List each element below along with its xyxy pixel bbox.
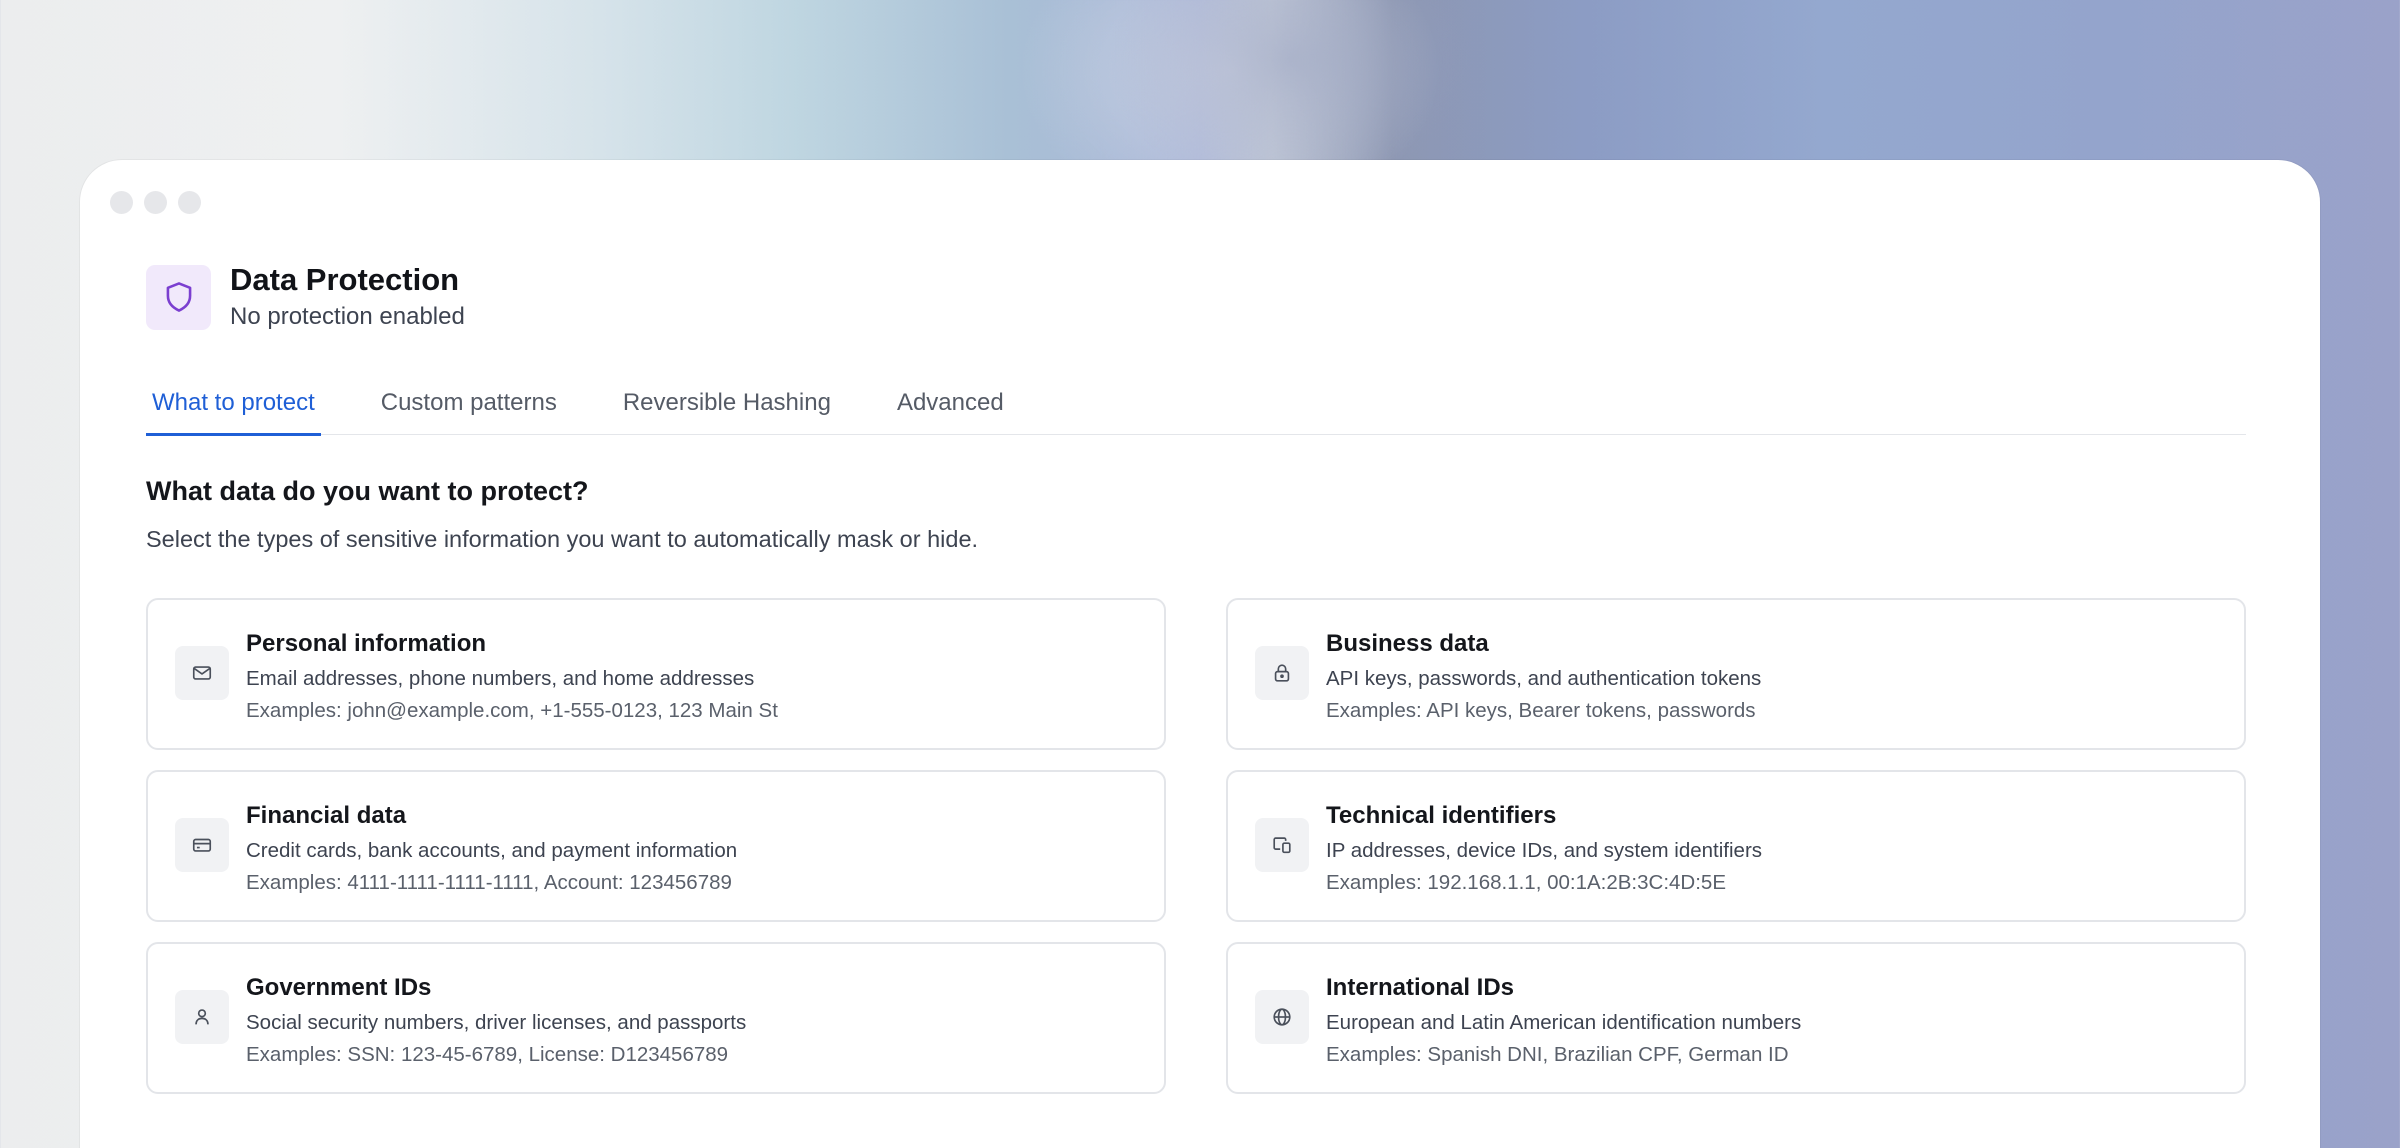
card-title: Government IDs	[246, 974, 432, 1001]
shield-icon	[146, 264, 211, 330]
tab-custom-patterns[interactable]: Custom patterns	[375, 386, 563, 435]
tab-advanced[interactable]: Advanced	[891, 386, 1010, 435]
window-controls	[110, 191, 201, 214]
card-title: Financial data	[246, 802, 407, 829]
page-title: Data Protection	[230, 262, 460, 297]
card-examples: Examples: Spanish DNI, Brazilian CPF, Ge…	[1326, 1043, 1789, 1066]
window-close-button[interactable]	[110, 191, 133, 214]
tab-what-to-protect[interactable]: What to protect	[146, 386, 321, 436]
section-title: What data do you want to protect?	[146, 476, 589, 506]
category-card-international-ids[interactable]: International IDs European and Latin Ame…	[1226, 942, 2246, 1094]
card-examples: Examples: SSN: 123-45-6789, License: D12…	[246, 1043, 729, 1066]
protection-status: No protection enabled	[230, 303, 465, 330]
card-title: Personal information	[246, 630, 487, 657]
card-examples: Examples: API keys, Bearer tokens, passw…	[1326, 699, 1756, 722]
window-minimize-button[interactable]	[144, 191, 167, 214]
category-card-government-ids[interactable]: Government IDs Social security numbers, …	[146, 942, 1166, 1094]
card-description: API keys, passwords, and authentication …	[1326, 667, 1762, 690]
category-card-technical-identifiers[interactable]: Technical identifiers IP addresses, devi…	[1226, 770, 2246, 922]
devices-icon	[1255, 818, 1309, 872]
category-card-personal-information[interactable]: Personal information Email addresses, ph…	[146, 598, 1166, 750]
card-description: Email addresses, phone numbers, and home…	[246, 667, 755, 690]
window-maximize-button[interactable]	[178, 191, 201, 214]
globe-icon	[1255, 990, 1309, 1044]
card-description: Credit cards, bank accounts, and payment…	[246, 839, 738, 862]
card-description: European and Latin American identificati…	[1326, 1011, 1802, 1034]
page-header: Data Protection No protection enabled	[146, 261, 465, 333]
user-icon	[175, 990, 229, 1044]
category-card-business-data[interactable]: Business data API keys, passwords, and a…	[1226, 598, 2246, 750]
tab-bar: What to protect Custom patterns Reversib…	[146, 386, 2246, 436]
app-window: Data Protection No protection enabled Wh…	[80, 160, 2320, 1148]
card-title: International IDs	[1326, 974, 1515, 1001]
card-description: IP addresses, device IDs, and system ide…	[1326, 839, 1763, 862]
card-description: Social security numbers, driver licenses…	[246, 1011, 747, 1034]
card-examples: Examples: 192.168.1.1, 00:1A:2B:3C:4D:5E	[1326, 871, 1727, 894]
mail-icon	[175, 646, 229, 700]
card-examples: Examples: john@example.com, +1-555-0123,…	[246, 699, 778, 722]
card-title: Technical identifiers	[1326, 802, 1557, 829]
category-card-financial-data[interactable]: Financial data Credit cards, bank accoun…	[146, 770, 1166, 922]
tab-reversible-hashing[interactable]: Reversible Hashing	[617, 386, 837, 435]
card-title: Business data	[1326, 630, 1489, 657]
lock-icon	[1255, 646, 1309, 700]
card-examples: Examples: 4111-1111-1111-1111, Account: …	[246, 871, 732, 894]
credit-card-icon	[175, 818, 229, 872]
section-description: Select the types of sensitive informatio…	[146, 526, 979, 552]
